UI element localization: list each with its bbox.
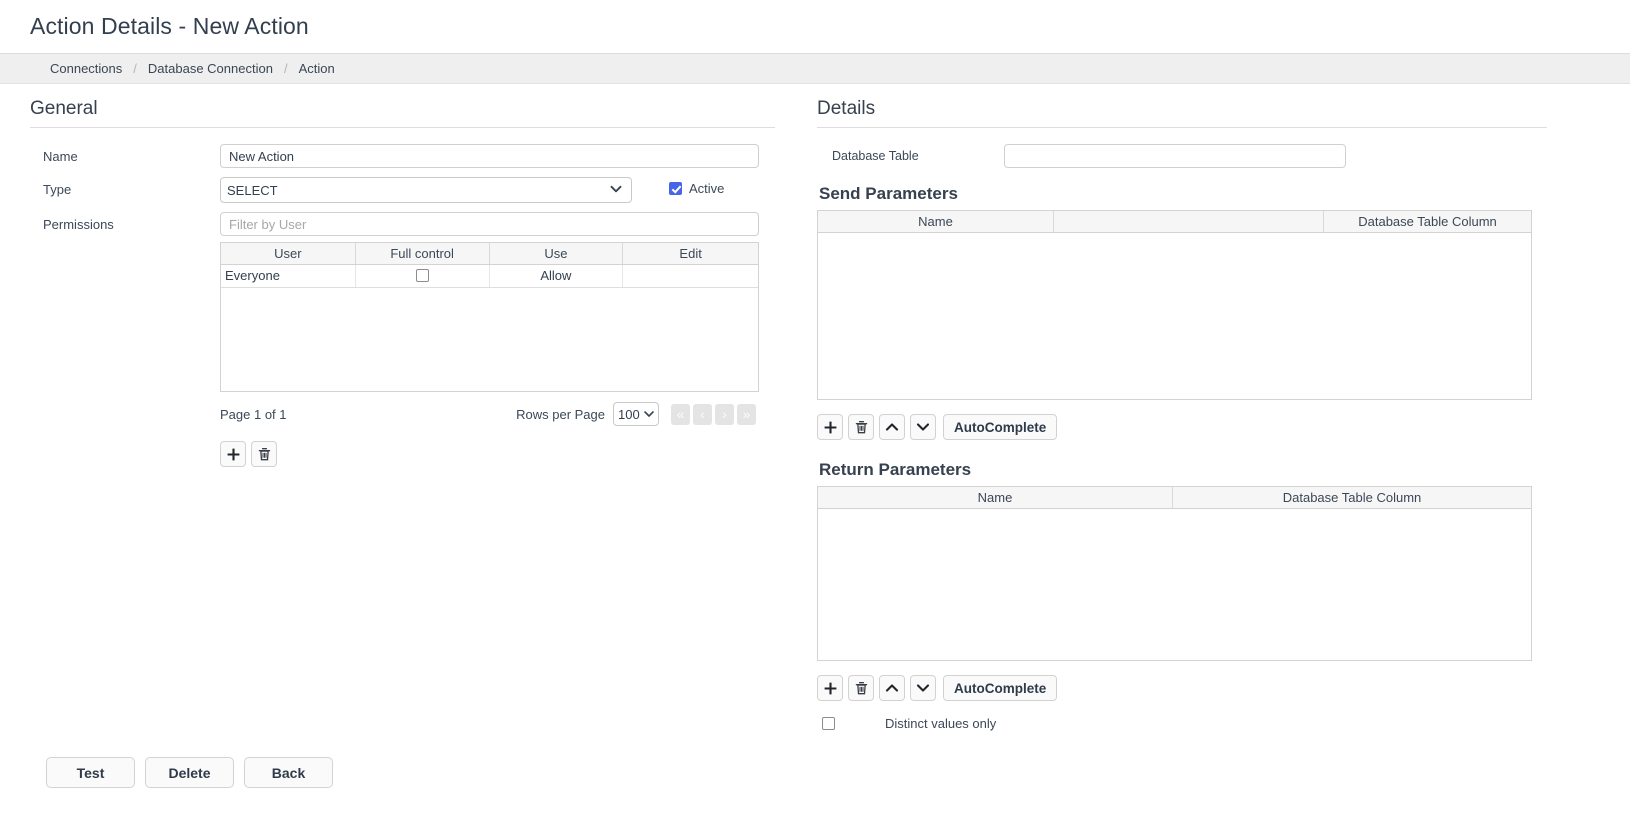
type-select-wrapper: SELECT [220, 177, 632, 203]
send-parameters-autocomplete-button[interactable]: AutoComplete [943, 414, 1058, 440]
return-parameters-title: Return Parameters [819, 460, 972, 479]
distinct-values-checkbox[interactable] [822, 717, 835, 730]
name-label: Name [43, 149, 78, 164]
breadcrumb: Connections / Database Connection / Acti… [0, 54, 1630, 84]
distinct-values-row: Distinct values only [817, 716, 1560, 731]
details-section-title: Details [817, 98, 876, 119]
chevron-down-icon [916, 423, 930, 431]
send-parameters-toolbar: AutoComplete [817, 414, 1560, 440]
permissions-table-header: User Full control Use Edit [221, 243, 758, 265]
column-header-full-control[interactable]: Full control [356, 243, 490, 264]
trash-icon [855, 420, 867, 433]
active-checkbox-row: Active [669, 177, 724, 196]
cell-use: Allow [490, 265, 624, 287]
footer-actions: Test Delete Back [46, 757, 343, 788]
send-parameters-table-header: Name Database Table Column [818, 211, 1531, 233]
general-section-title: General [30, 98, 98, 119]
first-page-button[interactable]: « [671, 403, 690, 425]
permissions-block: User Full control Use Edit Everyone Allo… [220, 212, 759, 467]
general-section-divider [30, 127, 775, 128]
add-return-parameter-button[interactable] [817, 675, 843, 701]
move-send-parameter-down-button[interactable] [910, 414, 936, 440]
previous-page-button[interactable]: ‹ [693, 403, 712, 425]
cell-full-control [356, 265, 490, 287]
move-send-parameter-up-button[interactable] [879, 414, 905, 440]
add-permission-button[interactable] [220, 441, 246, 467]
column-header-database-table-column[interactable]: Database Table Column [1324, 211, 1531, 232]
rows-per-page-wrapper: 100 [613, 402, 659, 426]
column-header-database-table-column[interactable]: Database Table Column [1173, 487, 1531, 508]
breadcrumb-item-action[interactable]: Action [299, 61, 335, 76]
title-bar: Action Details - New Action [0, 0, 1630, 54]
permissions-row: Permissions User Full control Use Edit E… [30, 212, 800, 467]
details-panel: Details Database Table Send Parameters N… [800, 98, 1560, 731]
column-header-user[interactable]: User [221, 243, 356, 264]
breadcrumb-item-database-connection[interactable]: Database Connection [148, 61, 273, 76]
rows-per-page-select[interactable]: 100 [613, 402, 659, 426]
plus-icon [824, 682, 836, 694]
active-checkbox[interactable] [669, 182, 682, 195]
full-control-checkbox[interactable] [415, 269, 429, 282]
cell-edit [623, 265, 758, 287]
send-parameters-title: Send Parameters [819, 184, 958, 203]
chevron-up-icon [885, 423, 899, 431]
back-button[interactable]: Back [244, 757, 333, 788]
table-row[interactable]: Everyone Allow [221, 265, 758, 288]
trash-icon [258, 447, 270, 460]
name-input[interactable] [220, 144, 759, 168]
name-row: Name [30, 144, 800, 168]
delete-return-parameter-button[interactable] [848, 675, 874, 701]
permissions-table: User Full control Use Edit Everyone Allo… [220, 242, 759, 392]
column-header-name[interactable]: Name [818, 211, 1054, 232]
type-label: Type [43, 182, 72, 197]
delete-permission-button[interactable] [251, 441, 277, 467]
cell-user: Everyone [221, 265, 356, 287]
test-button[interactable]: Test [46, 757, 135, 788]
return-parameters-toolbar: AutoComplete [817, 675, 1560, 701]
column-header-edit[interactable]: Edit [623, 243, 758, 264]
send-parameters-table: Name Database Table Column [817, 210, 1532, 400]
database-table-label: Database Table [832, 149, 919, 163]
move-return-parameter-down-button[interactable] [910, 675, 936, 701]
move-return-parameter-up-button[interactable] [879, 675, 905, 701]
chevron-up-icon [885, 684, 899, 692]
plus-icon [227, 448, 239, 460]
active-label: Active [689, 181, 725, 196]
general-panel: General Name Type SELECT [0, 98, 800, 731]
column-header-use[interactable]: Use [490, 243, 624, 264]
add-send-parameter-button[interactable] [817, 414, 843, 440]
page-indicator: Page 1 of 1 [220, 406, 287, 422]
pager-controls: Rows per Page 100 « ‹ › » [516, 402, 759, 426]
database-table-row: Database Table [817, 144, 1560, 168]
return-parameters-table-header: Name Database Table Column [818, 487, 1531, 509]
return-parameters-table: Name Database Table Column [817, 486, 1532, 661]
permissions-toolbar [220, 441, 759, 467]
action-details-page: Action Details - New Action Connections … [0, 0, 1630, 830]
trash-icon [855, 681, 867, 694]
delete-button[interactable]: Delete [145, 757, 234, 788]
database-table-input[interactable] [1004, 144, 1346, 168]
rows-per-page-label: Rows per Page [516, 406, 605, 422]
permissions-pager: Page 1 of 1 Rows per Page 100 « ‹ › » [220, 401, 759, 427]
return-parameters-autocomplete-button[interactable]: AutoComplete [943, 675, 1058, 701]
breadcrumb-item-connections[interactable]: Connections [50, 61, 122, 76]
plus-icon [824, 421, 836, 433]
type-row: Type SELECT Active [30, 177, 800, 203]
next-page-button[interactable]: › [715, 403, 734, 425]
filter-by-user-input[interactable] [220, 212, 759, 236]
breadcrumb-separator: / [133, 61, 137, 76]
type-select[interactable]: SELECT [220, 177, 632, 203]
chevron-down-icon [916, 684, 930, 692]
page-title: Action Details - New Action [30, 13, 309, 39]
breadcrumb-separator: / [283, 61, 288, 76]
content-columns: General Name Type SELECT [0, 84, 1630, 731]
delete-send-parameter-button[interactable] [848, 414, 874, 440]
details-section-divider [817, 127, 1547, 128]
last-page-button[interactable]: » [737, 403, 756, 425]
distinct-values-label: Distinct values only [885, 716, 997, 731]
column-header-name[interactable]: Name [818, 487, 1173, 508]
permissions-label: Permissions [43, 217, 114, 232]
column-header-blank[interactable] [1054, 211, 1324, 232]
